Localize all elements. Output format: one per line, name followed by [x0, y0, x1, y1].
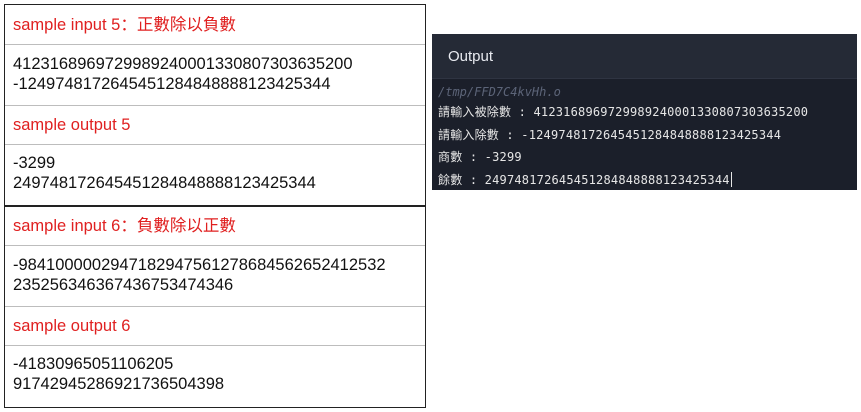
text-cursor [730, 171, 732, 187]
sample-output-5-label: sample output 5 [5, 105, 425, 144]
sample-output-6-line-1: -41830965051106205 [13, 355, 174, 373]
sample-input-6-label: sample input 6：負數除以正數 [13, 216, 236, 235]
output-line-remainder-text: 餘數 : 2497481726454512848488881234253​44 [438, 172, 730, 187]
output-body[interactable]: /tmp/FFD7C4kvHh.o 請輸入被除數 : 4123168969729… [432, 79, 857, 191]
output-line-dividend: 請輸入被除數 : 4123168969729989240001330807303… [438, 105, 809, 119]
sample-output-5-line-1: -3299 [13, 154, 56, 172]
sample-input-6-value: -98410000029471829475612786845626524125​… [5, 245, 425, 306]
sample-input-6-line-2: 235256346367436753474346 [13, 276, 234, 294]
samples-table: sample input 5：正數除以負數 412316896972998924… [4, 4, 426, 408]
output-console[interactable]: Output /tmp/FFD7C4kvHh.o 請輸入被除數 : 412316… [432, 34, 857, 190]
sample-output-5-value: -3299 2497481726454512848488881234253​44 [5, 144, 425, 205]
sample-output-6-label: sample output 6 [5, 306, 425, 345]
sample-input-5-line-1: 412316896972998924000133080730363520​0 [13, 55, 353, 73]
sample-input-5-value: 412316896972998924000133080730363520​0 -… [5, 44, 425, 105]
output-file-path: /tmp/FFD7C4kvHh.o [438, 85, 561, 99]
sample-group-5: sample input 5：正數除以負數 412316896972998924… [4, 4, 426, 207]
output-line-divisor: 請輸入除數 : -1249748172645451284848888123425… [438, 127, 782, 142]
output-line-quotient: 商數 : -3299 [438, 150, 522, 164]
output-header: Output [432, 34, 857, 79]
output-line-remainder: 餘數 : 2497481726454512848488881234253​44 [438, 169, 857, 192]
output-title: Output [448, 47, 494, 65]
sample-output-6-line-2: 91742945286921736504398 [13, 375, 225, 393]
sample-output-5-line-2: 2497481726454512848488881234253​44 [13, 174, 316, 192]
sample-group-6: sample input 6：負數除以正數 -98410000029471829… [4, 205, 426, 408]
sample-input-6-line-1: -98410000029471829475612786845626524125​… [13, 256, 386, 274]
sample-output-6-value: -41830965051106205 917429452869217365043… [5, 345, 425, 406]
sample-input-5-line-2: -1249748172645451284848888123425344 [13, 75, 331, 93]
sample-input-5-label: sample input 5：正數除以負數 [13, 15, 236, 34]
